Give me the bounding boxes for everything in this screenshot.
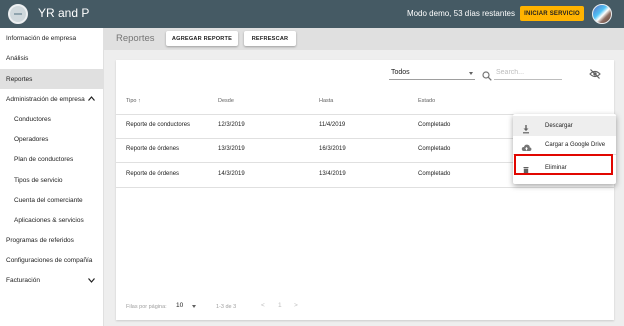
- table-cell-to: 16/3/2019: [319, 146, 346, 152]
- dropdown-arrow-icon: [469, 72, 473, 75]
- table-cell-from: 14/3/2019: [218, 171, 245, 177]
- column-header-from[interactable]: Desde: [218, 98, 234, 104]
- sidebar-item-analysis[interactable]: Análisis: [0, 48, 104, 68]
- sidebar-item-merchant-account[interactable]: Cuenta del comerciante: [0, 190, 104, 210]
- rows-per-page-label: Filas por página:: [126, 304, 167, 310]
- sidebar-item-reports[interactable]: Reportes: [0, 69, 104, 89]
- sidebar: Información de empresa Análisis Reportes…: [0, 28, 104, 326]
- sidebar-item-apps-services[interactable]: Aplicaciones & servicios: [0, 210, 104, 230]
- chevron-down-icon: [88, 278, 95, 284]
- table-cell-to: 11/4/2019: [319, 122, 346, 128]
- table-cell-to: 13/4/2019: [319, 171, 346, 177]
- app-logo: [8, 4, 28, 24]
- table-cell-status: Completado: [418, 171, 451, 177]
- start-service-button[interactable]: INICIAR SERVICIO: [520, 6, 584, 21]
- demo-status-text: Modo demo, 53 días restantes: [406, 9, 515, 18]
- chevron-up-icon: [88, 96, 95, 102]
- page-number[interactable]: 1: [278, 302, 282, 309]
- next-page-button[interactable]: >: [294, 302, 298, 309]
- download-icon: [521, 121, 531, 134]
- user-avatar[interactable]: [592, 4, 612, 24]
- cloud-upload-icon: [521, 140, 532, 151]
- table-cell-status: Completado: [418, 146, 451, 152]
- highlight-annotation: [514, 154, 613, 175]
- divider: [116, 187, 614, 188]
- refresh-button[interactable]: REFRESCAR: [244, 31, 296, 46]
- table-cell-from: 12/3/2019: [218, 122, 245, 128]
- app-title: YR and P: [38, 6, 90, 20]
- page-title: Reportes: [116, 33, 155, 44]
- sidebar-item-driver-plan[interactable]: Plan de conductores: [0, 149, 104, 169]
- rows-per-page-select[interactable]: 10: [176, 302, 183, 309]
- table-cell-from: 13/3/2019: [218, 146, 245, 152]
- table-cell-type: Reporte de órdenes: [126, 146, 180, 152]
- column-header-status[interactable]: Estado: [418, 98, 435, 104]
- search-input[interactable]: [494, 66, 562, 80]
- sidebar-item-operators[interactable]: Operadores: [0, 129, 104, 149]
- sidebar-item-service-types[interactable]: Tipos de servicio: [0, 170, 104, 190]
- sidebar-item-company-settings[interactable]: Configuraciones de compañía: [0, 250, 104, 270]
- menu-item-upload-drive[interactable]: Cargar a Google Drive: [513, 135, 616, 155]
- sidebar-item-referral-programs[interactable]: Programas de referidos: [0, 230, 104, 250]
- pagination-range: 1-3 de 3: [216, 304, 237, 310]
- table-cell-status: Completado: [418, 122, 451, 128]
- search-icon: [482, 68, 492, 81]
- column-header-type[interactable]: Tipo ↑: [126, 98, 141, 104]
- table-cell-type: Reporte de órdenes: [126, 171, 180, 177]
- table-cell-type: Reporte de conductores: [126, 122, 191, 128]
- sidebar-item-billing[interactable]: Facturación: [0, 270, 104, 290]
- status-filter-select[interactable]: Todos: [389, 66, 475, 80]
- menu-item-download[interactable]: Descargar: [513, 116, 616, 136]
- add-report-button[interactable]: AGREGAR REPORTE: [166, 31, 238, 46]
- sidebar-item-company-admin[interactable]: Administración de empresa: [0, 89, 104, 109]
- column-header-to[interactable]: Hasta: [319, 98, 333, 104]
- reports-card: [116, 60, 614, 320]
- dropdown-arrow-icon[interactable]: [192, 305, 196, 308]
- sidebar-item-drivers[interactable]: Conductores: [0, 109, 104, 129]
- sidebar-item-company-info[interactable]: Información de empresa: [0, 28, 104, 48]
- visibility-off-icon[interactable]: [589, 67, 601, 79]
- prev-page-button[interactable]: <: [261, 302, 265, 309]
